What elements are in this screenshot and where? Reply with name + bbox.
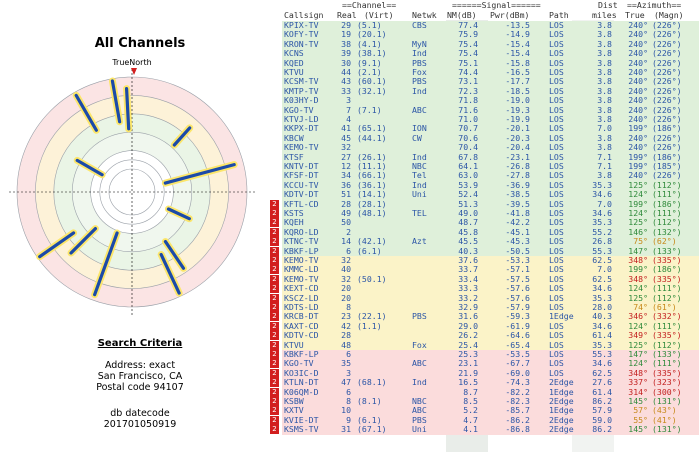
cell-virt: (32.1) bbox=[357, 85, 387, 96]
cell-virt: (44.1) bbox=[357, 132, 387, 143]
warning-sidebar: 2222222222222222222222222 bbox=[268, 0, 282, 452]
cell-netwk: CW bbox=[412, 132, 422, 143]
cell-virt: (48.1) bbox=[357, 208, 387, 218]
warning-badge-icon: 2 bbox=[270, 284, 279, 294]
warning-badge-icon: 2 bbox=[270, 387, 279, 397]
search-criteria-title: Search Criteria bbox=[97, 338, 183, 349]
results-panel: 2222222222222222222222222 ==Channel== ==… bbox=[268, 0, 699, 452]
cell-netwk: Fox bbox=[412, 339, 427, 350]
channel-table: ==Channel== ======Signal====== Dist ==Az… bbox=[282, 0, 699, 452]
warning-badge-icon: 2 bbox=[270, 256, 279, 265]
warning-badge-icon: 2 bbox=[270, 274, 279, 284]
warning-badge-icon: 2 bbox=[270, 237, 279, 247]
warning-badge-icon: 2 bbox=[270, 303, 279, 312]
cell-virt: (67.1) bbox=[357, 424, 387, 435]
cell-magn: (131°) bbox=[652, 424, 682, 435]
warning-badge-icon: 2 bbox=[270, 340, 279, 350]
cell-virt: (6.1) bbox=[357, 245, 382, 256]
cell-virt: (68.1) bbox=[357, 377, 387, 388]
warning-badge-icon: 2 bbox=[270, 265, 279, 275]
cell-netwk: Uni bbox=[412, 424, 427, 435]
cell-callsign: KSMS-TV bbox=[284, 424, 319, 435]
cell-netwk: Ind bbox=[412, 377, 427, 388]
cell-netwk: Uni bbox=[412, 189, 427, 200]
cell-miles: 86.2 bbox=[592, 424, 612, 435]
cell-netwk: Azt bbox=[412, 236, 427, 247]
cell-true: 145° bbox=[628, 424, 648, 435]
warning-badge-icon: 2 bbox=[270, 350, 279, 359]
cell-pwr: -86.8 bbox=[505, 424, 530, 435]
warning-badge-icon: 2 bbox=[270, 209, 279, 218]
warning-badge-icon: 2 bbox=[270, 368, 279, 378]
cell-virt: (50.1) bbox=[357, 273, 387, 284]
cell-path: 2Edge bbox=[549, 424, 574, 435]
db-datecode-value: 201701050919 bbox=[103, 419, 177, 430]
warning-badge-icon: 2 bbox=[270, 406, 279, 416]
cell-virt: (8.1) bbox=[357, 396, 382, 406]
warning-badge-icon: 2 bbox=[270, 293, 279, 303]
north-label: TrueNorth bbox=[111, 58, 151, 67]
warning-badge-icon: 2 bbox=[270, 378, 279, 388]
warning-badge-icon: 2 bbox=[270, 425, 279, 435]
warning-badge-icon: 2 bbox=[270, 321, 279, 331]
search-line-postal: Postal code 94107 bbox=[96, 382, 184, 393]
cell-netwk: CBS bbox=[412, 20, 427, 30]
warning-badge-icon: 2 bbox=[270, 415, 279, 425]
warning-badge-icon: 2 bbox=[270, 246, 279, 256]
signal-bar-1 bbox=[124, 87, 131, 131]
cell-netwk: ABC bbox=[412, 104, 427, 115]
cell-real: 31 bbox=[341, 424, 351, 435]
cell-netwk: TEL bbox=[412, 208, 427, 218]
warning-badge-icon: 2 bbox=[270, 331, 279, 341]
cell-netwk: ABC bbox=[412, 358, 427, 369]
left-panel: All Channels TrueNorth Search Criteria A… bbox=[0, 0, 268, 452]
search-line-address: Address: exact bbox=[104, 360, 176, 371]
warning-badge-icon: 2 bbox=[270, 199, 279, 209]
table-row[interactable]: KSMS-TV 31 (67.1) Uni 4.1 -86.8 2Edge 86.2 145° (… bbox=[282, 424, 699, 435]
warning-badge-icon: 2 bbox=[270, 218, 279, 228]
cell-virt: (1.1) bbox=[357, 320, 382, 331]
cell-netwk: Ind bbox=[412, 85, 427, 96]
warning-badge-icon: 2 bbox=[270, 397, 279, 406]
db-datecode-label: db datecode bbox=[110, 408, 170, 419]
cell-netwk: PBS bbox=[412, 311, 427, 322]
polar-band-4 bbox=[90, 150, 174, 234]
warning-badge-icon: 2 bbox=[270, 227, 279, 237]
polar-chart: TrueNorth bbox=[9, 58, 255, 315]
warning-badge-icon: 2 bbox=[270, 359, 279, 369]
cell-nm: 4.1 bbox=[463, 424, 478, 435]
warning-badge-icon: 2 bbox=[270, 312, 279, 322]
cell-virt: (7.1) bbox=[357, 104, 382, 115]
search-line-city: San Francisco, CA bbox=[97, 371, 183, 382]
